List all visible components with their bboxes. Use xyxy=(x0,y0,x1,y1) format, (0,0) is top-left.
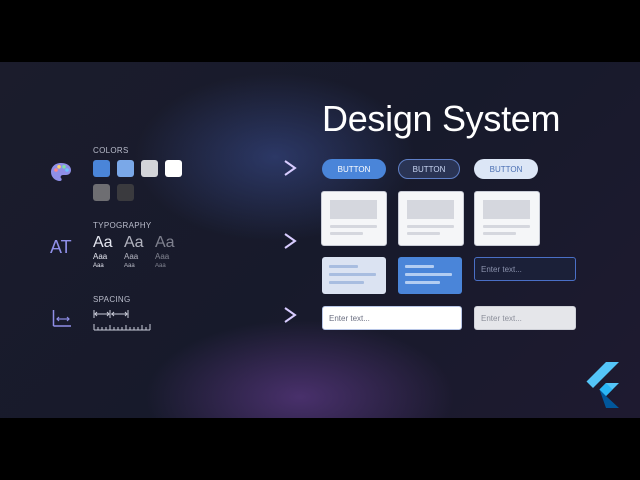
list-tile-light xyxy=(322,257,386,294)
type-sample-large: Aa xyxy=(124,234,144,251)
color-swatch xyxy=(93,160,110,177)
typography-icon: AT xyxy=(50,237,72,257)
spacing-icon xyxy=(52,309,72,327)
color-swatch xyxy=(93,184,110,201)
color-swatch xyxy=(117,184,134,201)
text-field-placeholder: Enter text... xyxy=(481,313,522,323)
type-sample-medium: Aaa xyxy=(155,252,170,261)
flutter-logo-icon xyxy=(580,362,622,408)
text-field-gray[interactable]: Enter text... xyxy=(474,306,576,330)
page-title: Design System xyxy=(322,98,561,139)
text-field-placeholder: Enter text... xyxy=(481,264,522,274)
type-sample-large: Aa xyxy=(155,234,175,251)
color-swatches xyxy=(93,160,188,202)
type-sample-small: Aaa xyxy=(124,263,135,269)
type-sample-1: Aa Aaa Aaa xyxy=(93,234,123,269)
slide-canvas: COLORS AT TYPOGRAPHY Aa Aaa Aaa Aa Aaa A… xyxy=(0,62,640,418)
type-sample-small: Aaa xyxy=(93,263,104,269)
type-sample-2: Aa Aaa Aaa xyxy=(124,234,154,269)
arrow-right-icon xyxy=(205,231,300,251)
color-swatch xyxy=(141,160,158,177)
arrow-right-icon xyxy=(205,305,300,325)
button-light[interactable]: BUTTON xyxy=(474,159,538,179)
type-sample-medium: Aaa xyxy=(93,252,108,261)
card-placeholder xyxy=(474,191,540,246)
colors-label: COLORS xyxy=(93,146,129,155)
arrow-right-icon xyxy=(205,158,300,178)
type-sample-large: Aa xyxy=(93,234,113,251)
color-swatch xyxy=(165,160,182,177)
type-sample-small: Aaa xyxy=(155,263,166,269)
palette-icon xyxy=(50,162,72,182)
card-placeholder xyxy=(398,191,464,246)
spacing-ruler xyxy=(92,307,154,333)
color-swatch xyxy=(117,160,134,177)
button-outlined[interactable]: BUTTON xyxy=(398,159,460,179)
typography-label: TYPOGRAPHY xyxy=(93,221,152,230)
text-field-white[interactable]: Enter text... xyxy=(322,306,462,330)
spacing-label: SPACING xyxy=(93,295,131,304)
card-placeholder xyxy=(321,191,387,246)
button-filled[interactable]: BUTTON xyxy=(322,159,386,179)
type-sample-medium: Aaa xyxy=(124,252,139,261)
text-field-placeholder: Enter text... xyxy=(329,313,370,323)
list-tile-accent xyxy=(398,257,462,294)
type-sample-3: Aa Aaa Aaa xyxy=(155,234,185,269)
text-field-outlined-dark[interactable]: Enter text... xyxy=(474,257,576,281)
